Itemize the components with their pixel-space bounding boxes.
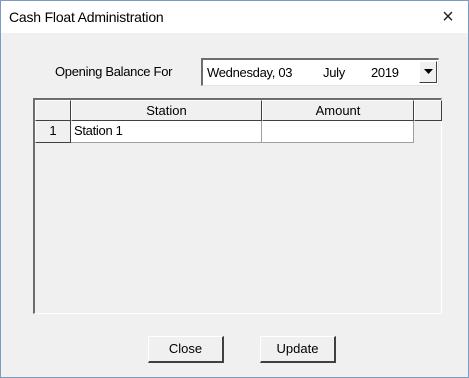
column-header-amount[interactable]: Amount — [262, 100, 414, 121]
station-cell[interactable]: Station 1 — [71, 121, 262, 143]
window-title: Cash Float Administration — [9, 9, 164, 25]
close-button[interactable]: Close — [148, 336, 224, 363]
column-header-blank[interactable] — [414, 100, 442, 121]
chevron-down-icon — [423, 69, 433, 74]
title-bar: Cash Float Administration × — [1, 1, 468, 33]
date-weekday-day[interactable]: Wednesday, 03 — [207, 65, 293, 80]
station-amount-grid[interactable]: Station Amount 1 Station 1 — [33, 98, 442, 314]
cash-float-dialog: Cash Float Administration × Opening Bala… — [0, 0, 469, 378]
grid-corner-header[interactable] — [35, 100, 71, 121]
date-dropdown-button[interactable] — [419, 61, 437, 83]
amount-cell[interactable] — [262, 121, 414, 143]
opening-balance-date-picker[interactable]: Wednesday, 03 July 2019 — [201, 58, 439, 86]
date-year[interactable]: 2019 — [371, 65, 399, 80]
opening-balance-label: Opening Balance For — [55, 64, 173, 79]
close-window-icon[interactable]: × — [428, 1, 468, 33]
column-header-station[interactable]: Station — [71, 100, 262, 121]
date-month[interactable]: July — [323, 65, 345, 80]
update-button[interactable]: Update — [260, 336, 336, 363]
row-number[interactable]: 1 — [35, 121, 71, 143]
